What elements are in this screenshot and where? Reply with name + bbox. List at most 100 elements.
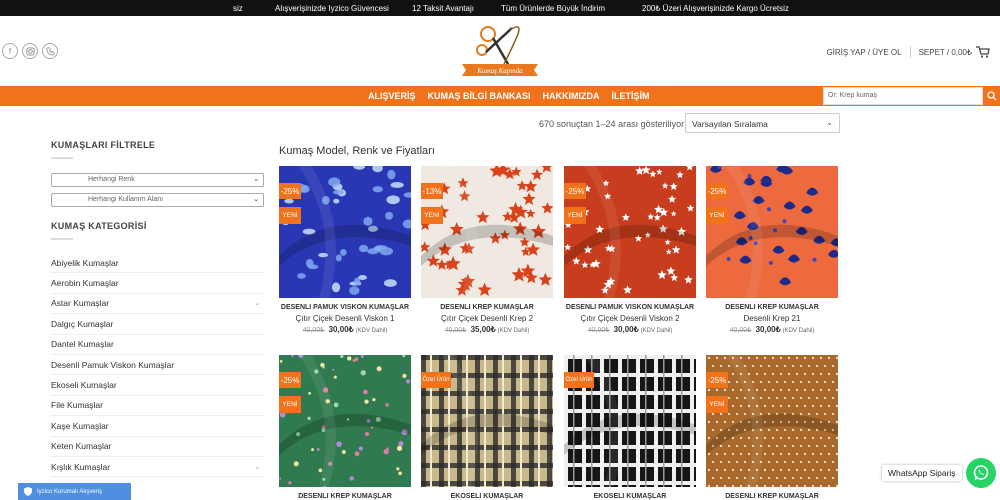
category-item[interactable]: Astar Kumaşlar ⌄ [51, 294, 264, 315]
product-name[interactable]: Çıtır Çiçek Desenli Krep 2 [421, 314, 553, 323]
site-logo[interactable]: Kumaş Kapında [460, 20, 540, 82]
category-label: Kaşe Kumaşlar [51, 420, 109, 431]
category-item[interactable]: Keten Kumaşlar [51, 437, 264, 457]
facebook-icon[interactable]: f [2, 43, 18, 59]
product-category[interactable]: DESENLİ PAMUK VİSKON KUMAŞLAR [564, 304, 696, 311]
product-category[interactable]: DESENLİ KREP KUMAŞLAR [421, 304, 553, 311]
new-badge: YENİ [706, 396, 728, 413]
search-button[interactable] [983, 87, 1000, 105]
product-category[interactable]: DESENLİ KREP KUMAŞLAR [706, 304, 838, 311]
old-price: 40,00₺ [729, 327, 752, 334]
current-price: 35,00₺ [470, 325, 496, 334]
product-image[interactable]: -25% YENİ [279, 355, 411, 487]
iyzico-badge[interactable]: İyzico Korumalı Alışveriş [18, 483, 131, 500]
cart-link[interactable]: SEPET / 0,00₺ [919, 48, 972, 57]
filter-title: KUMAŞLARI FİLTRELE [51, 140, 156, 150]
whatsapp-button[interactable] [966, 458, 996, 488]
product-image[interactable]: -25% YENİ [706, 166, 838, 298]
product-image[interactable]: -13% YENİ [421, 166, 553, 298]
category-label: Dalgıç Kumaşlar [51, 318, 114, 329]
product-card[interactable]: -25% YENİ DESENLİ KREP KUMAŞLAR Desenli Kre… [706, 166, 838, 334]
product-card[interactable]: -25% YENİ DESENLİ KREP KUMAŞLAR [279, 355, 411, 500]
product-card[interactable]: Özel Ürün EKOSELİ KUMAŞLAR [564, 355, 696, 500]
cart-icon[interactable] [976, 46, 990, 58]
chevron-down-icon[interactable]: ⌄ [254, 299, 264, 307]
phone-icon[interactable] [42, 43, 58, 59]
product-category[interactable]: DESENLİ KREP KUMAŞLAR [706, 493, 838, 500]
topbar-item: 12 Taksit Avantajı [412, 3, 474, 13]
color-filter-value: Herhangi Renk [88, 176, 135, 183]
product-name[interactable]: Desenli Krep 21 [706, 314, 838, 323]
category-item[interactable]: Ekoseli Kumaşlar [51, 375, 264, 396]
category-label: File Kumaşlar [51, 400, 103, 411]
divider [51, 157, 73, 159]
color-filter-select[interactable]: Herhangi Renk ⌄ [51, 173, 264, 187]
product-card[interactable]: Özel Ürün EKOSELİ KUMAŞLAR [421, 355, 553, 500]
sidebar: KUMAŞLARI FİLTRELE Herhangi Renk ⌄ Herha… [51, 140, 264, 478]
old-price: 40,00₺ [587, 327, 610, 334]
social-links: f [2, 43, 58, 59]
discount-badge: -25% [706, 183, 728, 199]
category-item[interactable]: Dalgıç Kumaşlar [51, 314, 264, 335]
discount-badge: Özel Ürün [564, 372, 594, 388]
category-label: Kışlık Kumaşlar [51, 461, 111, 472]
new-badge: YENİ [279, 396, 301, 413]
product-price: 40,00₺ 35,00₺ (KDV Dahil) [421, 325, 553, 334]
nav-item-knowledge-base[interactable]: KUMAŞ BİLGİ BANKASI [428, 91, 531, 101]
main-nav: ALIŞVERİŞ KUMAŞ BİLGİ BANKASI HAKKIMIZDA… [0, 86, 1000, 106]
product-image[interactable]: -25% YENİ [564, 166, 696, 298]
divider [909, 46, 911, 58]
chevron-down-icon[interactable]: ⌄ [254, 463, 264, 471]
category-label: Abiyelik Kumaşlar [51, 257, 119, 268]
current-price: 30,00₺ [613, 325, 639, 334]
product-card[interactable]: -13% YENİ DESENLİ KREP KUMAŞLAR Çıtır Çiçek… [421, 166, 553, 334]
nav-item-contact[interactable]: İLETİŞİM [612, 91, 650, 101]
discount-badge: -25% [706, 372, 728, 388]
logo-text: Kumaş Kapında [476, 67, 523, 75]
category-item[interactable]: Dantel Kumaşlar [51, 335, 264, 355]
product-image[interactable]: -25% YENİ [706, 355, 838, 487]
product-image[interactable]: Özel Ürün [421, 355, 553, 487]
page-title: Kumaş Model, Renk ve Fiyatları [279, 145, 435, 157]
nav-item-about[interactable]: HAKKIMIZDA [543, 91, 600, 101]
nav-item-shop[interactable]: ALIŞVERİŞ [368, 91, 416, 101]
category-item[interactable]: Abiyelik Kumaşlar [51, 253, 264, 274]
sort-select-value: Varsayılan Sıralama [692, 119, 768, 129]
product-category[interactable]: EKOSELİ KUMAŞLAR [564, 493, 696, 500]
iyzico-label: İyzico Korumalı Alışveriş [37, 488, 103, 495]
product-name[interactable]: Çıtır Çiçek Desenli Viskon 1 [279, 314, 411, 323]
product-image[interactable]: -25% YENİ [279, 166, 411, 298]
sort-select[interactable]: Varsayılan Sıralama ⌄ [685, 113, 840, 133]
divider [51, 238, 73, 240]
category-item[interactable]: File Kumaşlar [51, 396, 264, 417]
chevron-down-icon: ⌄ [253, 196, 259, 203]
discount-badge: -25% [564, 183, 586, 199]
product-category[interactable]: DESENLİ PAMUK VİSKON KUMAŞLAR [279, 304, 411, 311]
product-name[interactable]: Çıtır Çiçek Desenli Viskon 2 [564, 314, 696, 323]
search-input[interactable]: Or: Krep kumaş [823, 87, 983, 105]
category-item[interactable]: Aerobin Kumaşlar [51, 273, 264, 294]
header-account-area: GİRİŞ YAP / ÜYE OL SEPET / 0,00₺ [826, 46, 990, 58]
product-card[interactable]: -25% YENİ DESENLİ PAMUK VİSKON KUMAŞLAR Çıt… [279, 166, 411, 334]
category-item[interactable]: Kışlık Kumaşlar ⌄ [51, 457, 264, 478]
product-image[interactable]: Özel Ürün [564, 355, 696, 487]
product-price: 40,00₺ 30,00₺ (KDV Dahil) [279, 325, 411, 334]
topbar-item: Alışverişinizde Iyzico Güvencesi [275, 3, 389, 13]
topbar-item: Tüm Ürünlerde Büyük İndirim [501, 3, 606, 13]
instagram-icon[interactable] [22, 43, 38, 59]
whatsapp-label[interactable]: WhatsApp Sipariş [882, 465, 962, 481]
usage-filter-select[interactable]: Herhangi Kullanım Alanı ⌄ [51, 193, 264, 207]
categories-title: KUMAŞ KATEGORİSİ [51, 221, 147, 231]
product-category[interactable]: EKOSELİ KUMAŞLAR [421, 493, 553, 500]
product-category[interactable]: DESENLİ KREP KUMAŞLAR [279, 493, 411, 500]
search-icon [986, 91, 996, 101]
product-card[interactable]: -25% YENİ DESENLİ PAMUK VİSKON KUMAŞLAR Çıt… [564, 166, 696, 334]
category-item[interactable]: Desenli Pamuk Viskon Kumaşlar [51, 355, 264, 376]
product-price: 40,00₺ 30,00₺ (KDV Dahil) [564, 325, 696, 334]
shield-icon [24, 487, 32, 496]
category-item[interactable]: Kaşe Kumaşlar [51, 416, 264, 437]
login-link[interactable]: GİRİŞ YAP / ÜYE OL [826, 48, 901, 57]
top-announcement-bar: siz Alışverişinizde Iyzico Güvencesi 12 … [0, 0, 1000, 16]
product-card[interactable]: -25% YENİ DESENLİ KREP KUMAŞLAR [706, 355, 838, 500]
old-price: 40,00₺ [444, 327, 467, 334]
